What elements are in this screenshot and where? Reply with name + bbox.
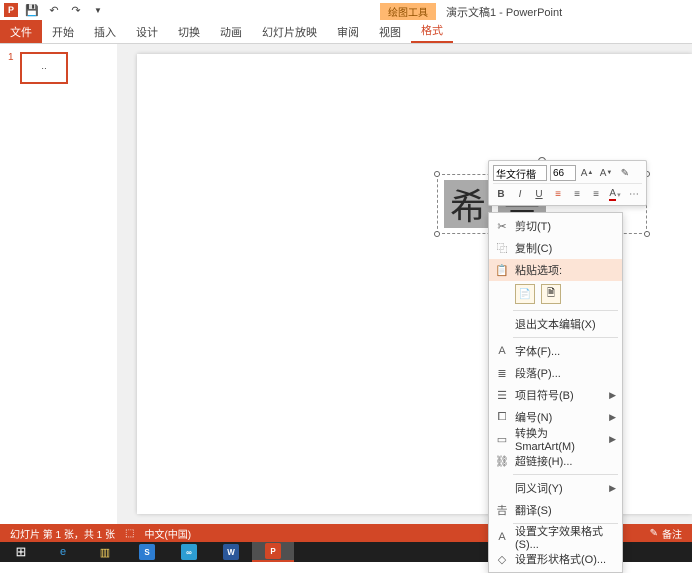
menu-syn[interactable]: 同义词(Y)▶ — [489, 477, 622, 499]
menu-label: 项目符号(B) — [511, 387, 609, 403]
start-button[interactable]: ⊞ — [0, 542, 42, 562]
resize-handle[interactable] — [434, 231, 440, 237]
tab-design[interactable]: 设计 — [126, 20, 168, 43]
mini-toolbar: A▲ A▼ ✎ B I U ≡ ≡ ≡ A▾ ⋯ — [488, 160, 647, 206]
menu-shapefmt[interactable]: ◇设置形状格式(O)... — [489, 548, 622, 570]
menu-para[interactable]: ≣段落(P)... — [489, 362, 622, 384]
submenu-arrow-icon: ▶ — [609, 390, 616, 401]
menu-label: 翻译(S) — [511, 502, 616, 518]
menu-label: 段落(P)... — [511, 365, 616, 381]
more-icon[interactable]: ⋯ — [626, 187, 642, 203]
tab-insert[interactable]: 插入 — [84, 20, 126, 43]
notes-button[interactable]: 备注 — [662, 526, 682, 541]
menu-label: 编号(N) — [511, 409, 609, 425]
taskbar-app[interactable]: S — [126, 542, 168, 562]
menu-hyperlink[interactable]: ⛓超链接(H)... — [489, 450, 622, 472]
menu-cut[interactable]: ✂剪切(T) — [489, 215, 622, 237]
app-icon: P — [4, 3, 18, 17]
menu-label: 字体(F)... — [511, 343, 616, 359]
slide-thumbnail[interactable]: ·· — [20, 52, 68, 84]
format-painter-icon[interactable]: ✎ — [617, 165, 633, 181]
menu-textfx[interactable]: A设置文字效果格式(S)... — [489, 526, 622, 548]
menu-label: 设置文字效果格式(S)... — [511, 523, 616, 551]
smartart-icon: ▭ — [493, 433, 511, 446]
submenu-arrow-icon: ▶ — [609, 483, 616, 494]
textfx-icon: A — [493, 531, 511, 543]
tab-animations[interactable]: 动画 — [210, 20, 252, 43]
numbering-icon: ⧠ — [493, 411, 511, 424]
font-icon: A — [493, 345, 511, 357]
decrease-font-icon[interactable]: A▼ — [598, 165, 614, 181]
submenu-arrow-icon: ▶ — [609, 412, 616, 423]
bold-button[interactable]: B — [493, 187, 509, 203]
glyph-char: 希 — [444, 180, 492, 228]
menu-label: 剪切(T) — [511, 218, 616, 234]
menu-paste-options[interactable]: 📋粘贴选项: — [489, 259, 622, 281]
taskbar-powerpoint[interactable]: P — [252, 542, 294, 562]
increase-font-icon[interactable]: A▲ — [579, 165, 595, 181]
tab-format[interactable]: 格式 — [411, 18, 453, 43]
thumbnail-panel: 1 ·· — [0, 44, 117, 524]
resize-handle[interactable] — [434, 171, 440, 177]
italic-button[interactable]: I — [512, 187, 528, 203]
menu-label: 超链接(H)... — [511, 453, 616, 469]
contextual-tab-label: 绘图工具 — [380, 3, 436, 20]
menu-label: 同义词(Y) — [511, 480, 609, 496]
language-label[interactable]: 中文(中国) — [144, 526, 191, 541]
taskbar-app[interactable]: ∞ — [168, 542, 210, 562]
taskbar-explorer[interactable]: ▥ — [84, 542, 126, 562]
resize-handle[interactable] — [644, 231, 650, 237]
align-center-icon[interactable]: ≡ — [569, 187, 585, 203]
tab-home[interactable]: 开始 — [42, 20, 84, 43]
lang-icon[interactable]: ⬚ — [125, 528, 134, 539]
slide-counter: 幻灯片 第 1 张，共 1 张 — [10, 526, 115, 541]
tab-view[interactable]: 视图 — [369, 20, 411, 43]
underline-button[interactable]: U — [531, 187, 547, 203]
ribbon-tabs: 文件 开始 插入 设计 切换 动画 幻灯片放映 审阅 视图 格式 — [0, 20, 692, 44]
notes-icon[interactable]: ✎ — [650, 528, 658, 539]
hyperlink-icon: ⛓ — [493, 455, 511, 468]
context-menu: ✂剪切(T)⿻复制(C)📋粘贴选项:📄🗎退出文本编辑(X)A字体(F)...≣段… — [488, 212, 623, 573]
tab-slideshow[interactable]: 幻灯片放映 — [252, 20, 327, 43]
align-left-icon[interactable]: ≡ — [550, 187, 566, 203]
save-icon[interactable]: 💾 — [24, 2, 40, 18]
slide-number: 1 — [8, 52, 14, 63]
paste-options-icon: 📋 — [493, 264, 511, 277]
tab-transitions[interactable]: 切换 — [168, 20, 210, 43]
menu-font[interactable]: A字体(F)... — [489, 340, 622, 362]
tab-review[interactable]: 审阅 — [327, 20, 369, 43]
menu-translate[interactable]: 𠮷翻译(S) — [489, 499, 622, 521]
submenu-arrow-icon: ▶ — [609, 434, 616, 445]
para-icon: ≣ — [493, 367, 511, 380]
align-right-icon[interactable]: ≡ — [588, 187, 604, 203]
menu-smartart[interactable]: ▭转换为 SmartArt(M)▶ — [489, 428, 622, 450]
paste-option-1[interactable]: 🗎 — [541, 284, 561, 304]
taskbar-word[interactable]: W — [210, 542, 252, 562]
qat-dropdown-icon[interactable]: ▼ — [90, 2, 106, 18]
menu-exit-text[interactable]: 退出文本编辑(X) — [489, 313, 622, 335]
translate-icon: 𠮷 — [493, 502, 511, 518]
cut-icon: ✂ — [493, 220, 511, 233]
redo-icon[interactable]: ↷ — [68, 2, 84, 18]
tab-file[interactable]: 文件 — [0, 20, 42, 43]
menu-copy[interactable]: ⿻复制(C) — [489, 237, 622, 259]
menu-label: 设置形状格式(O)... — [511, 551, 616, 567]
font-selector[interactable] — [493, 165, 547, 181]
window-title: 演示文稿1 - PowerPoint — [446, 4, 562, 20]
undo-icon[interactable]: ↶ — [46, 2, 62, 18]
shapefmt-icon: ◇ — [493, 553, 511, 566]
font-size-selector[interactable] — [550, 165, 576, 181]
copy-icon: ⿻ — [493, 240, 511, 256]
menu-label: 复制(C) — [511, 240, 616, 256]
font-color-icon[interactable]: A▾ — [607, 187, 623, 203]
menu-bullets[interactable]: ☰项目符号(B)▶ — [489, 384, 622, 406]
taskbar-ie[interactable]: e — [42, 542, 84, 562]
bullets-icon: ☰ — [493, 389, 511, 402]
menu-label: 退出文本编辑(X) — [511, 316, 616, 332]
menu-label: 转换为 SmartArt(M) — [511, 425, 609, 453]
paste-option-0[interactable]: 📄 — [515, 284, 535, 304]
menu-label: 粘贴选项: — [511, 262, 616, 278]
